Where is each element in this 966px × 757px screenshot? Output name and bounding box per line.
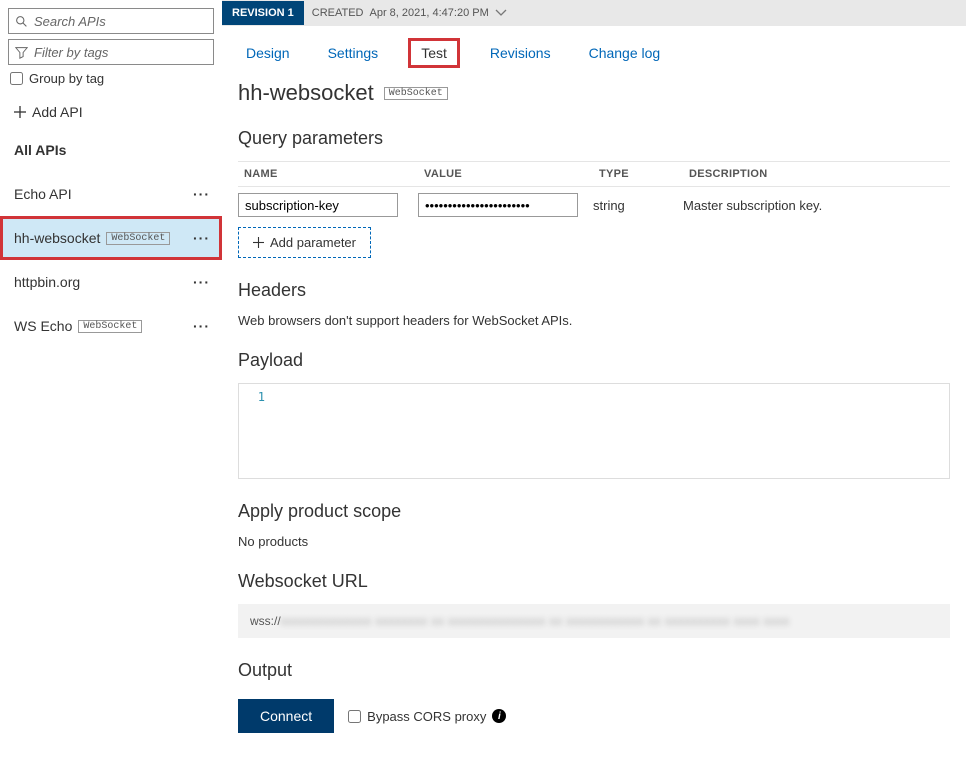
query-params-table: NAME VALUE TYPE DESCRIPTION string Maste… (238, 161, 950, 223)
websocket-badge: WebSocket (384, 87, 448, 100)
tab-changelog[interactable]: Change log (581, 41, 669, 65)
api-item-label: WS Echo (14, 318, 72, 334)
param-value-input[interactable] (418, 193, 578, 217)
websocket-url-box[interactable]: wss://xxxxxxxxxxxxxx xxxxxxxx xx xxxxxxx… (238, 604, 950, 638)
api-list: Echo API ··· hh-websocket WebSocket ··· … (0, 172, 222, 348)
info-icon[interactable]: i (492, 709, 506, 723)
group-by-tag-checkbox[interactable]: Group by tag (8, 71, 214, 86)
content: hh-websocket WebSocket Query parameters … (222, 68, 966, 749)
sidebar: Search APIs Filter by tags Group by tag … (0, 0, 222, 757)
group-by-tag-label: Group by tag (29, 71, 104, 86)
api-item-ws-echo[interactable]: WS Echo WebSocket ··· (0, 304, 222, 348)
plus-icon (253, 237, 264, 248)
bypass-cors-label: Bypass CORS proxy (367, 709, 486, 724)
api-item-label: Echo API (14, 186, 72, 202)
connect-button[interactable]: Connect (238, 699, 334, 733)
headers-note: Web browsers don't support headers for W… (238, 313, 950, 328)
api-item-label: httpbin.org (14, 274, 80, 290)
filter-icon (15, 46, 28, 59)
more-icon[interactable]: ··· (193, 318, 210, 334)
created-value: Apr 8, 2021, 4:47:20 PM (370, 7, 489, 19)
col-value: VALUE (424, 168, 599, 180)
table-header: NAME VALUE TYPE DESCRIPTION (238, 161, 950, 187)
more-icon[interactable]: ··· (193, 186, 210, 202)
group-by-tag-input[interactable] (10, 72, 23, 85)
ws-url-prefix: wss:// (250, 614, 281, 628)
api-item-echo-api[interactable]: Echo API ··· (0, 172, 222, 216)
websocket-badge: WebSocket (106, 232, 170, 245)
table-row: string Master subscription key. (238, 187, 950, 223)
tab-revisions[interactable]: Revisions (482, 41, 559, 65)
search-icon (15, 15, 28, 28)
api-item-label: hh-websocket (14, 230, 100, 246)
section-payload: Payload (238, 350, 950, 371)
bypass-cors-checkbox[interactable]: Bypass CORS proxy i (348, 709, 506, 724)
col-name: NAME (244, 168, 424, 180)
revision-created[interactable]: CREATED Apr 8, 2021, 4:47:20 PM (304, 7, 507, 19)
section-apply-scope: Apply product scope (238, 501, 950, 522)
line-number: 1 (239, 384, 273, 478)
section-query-parameters: Query parameters (238, 128, 950, 149)
created-label: CREATED (312, 7, 364, 19)
param-type: string (593, 198, 683, 213)
api-item-httpbin[interactable]: httpbin.org ··· (0, 260, 222, 304)
add-api-button[interactable]: Add API (14, 104, 214, 120)
more-icon[interactable]: ··· (193, 230, 210, 246)
bypass-cors-input[interactable] (348, 710, 361, 723)
all-apis-heading[interactable]: All APIs (14, 142, 214, 158)
add-parameter-button[interactable]: Add parameter (238, 227, 371, 258)
main-panel: REVISION 1 CREATED Apr 8, 2021, 4:47:20 … (222, 0, 966, 757)
param-description: Master subscription key. (683, 198, 950, 213)
filter-tags-input[interactable]: Filter by tags (8, 39, 214, 65)
revision-bar: REVISION 1 CREATED Apr 8, 2021, 4:47:20 … (222, 0, 966, 26)
tab-row: Design Settings Test Revisions Change lo… (222, 26, 966, 68)
add-api-label: Add API (32, 104, 83, 120)
payload-textarea[interactable] (273, 384, 949, 478)
section-headers: Headers (238, 280, 950, 301)
ws-url-redacted: xxxxxxxxxxxxxx xxxxxxxx xx xxxxxxxxxxxxx… (281, 614, 790, 628)
section-websocket-url: Websocket URL (238, 571, 950, 592)
websocket-badge: WebSocket (78, 320, 142, 333)
plus-icon (14, 106, 26, 118)
api-item-hh-websocket[interactable]: hh-websocket WebSocket ··· (0, 216, 222, 260)
filter-placeholder: Filter by tags (34, 45, 108, 60)
add-parameter-label: Add parameter (270, 235, 356, 250)
chevron-down-icon (495, 9, 507, 17)
tab-test[interactable]: Test (408, 38, 460, 68)
col-description: DESCRIPTION (689, 168, 944, 180)
tab-settings[interactable]: Settings (320, 41, 387, 65)
search-apis-input[interactable]: Search APIs (8, 8, 214, 34)
search-placeholder: Search APIs (34, 14, 106, 29)
payload-editor[interactable]: 1 (238, 383, 950, 479)
page-title: hh-websocket (238, 80, 374, 106)
section-output: Output (238, 660, 950, 681)
param-name-input[interactable] (238, 193, 398, 217)
tab-design[interactable]: Design (238, 41, 298, 65)
no-products-text: No products (238, 534, 950, 549)
revision-badge[interactable]: REVISION 1 (222, 1, 304, 25)
more-icon[interactable]: ··· (193, 274, 210, 290)
footer-actions: Connect Bypass CORS proxy i (238, 699, 950, 733)
col-type: TYPE (599, 168, 689, 180)
